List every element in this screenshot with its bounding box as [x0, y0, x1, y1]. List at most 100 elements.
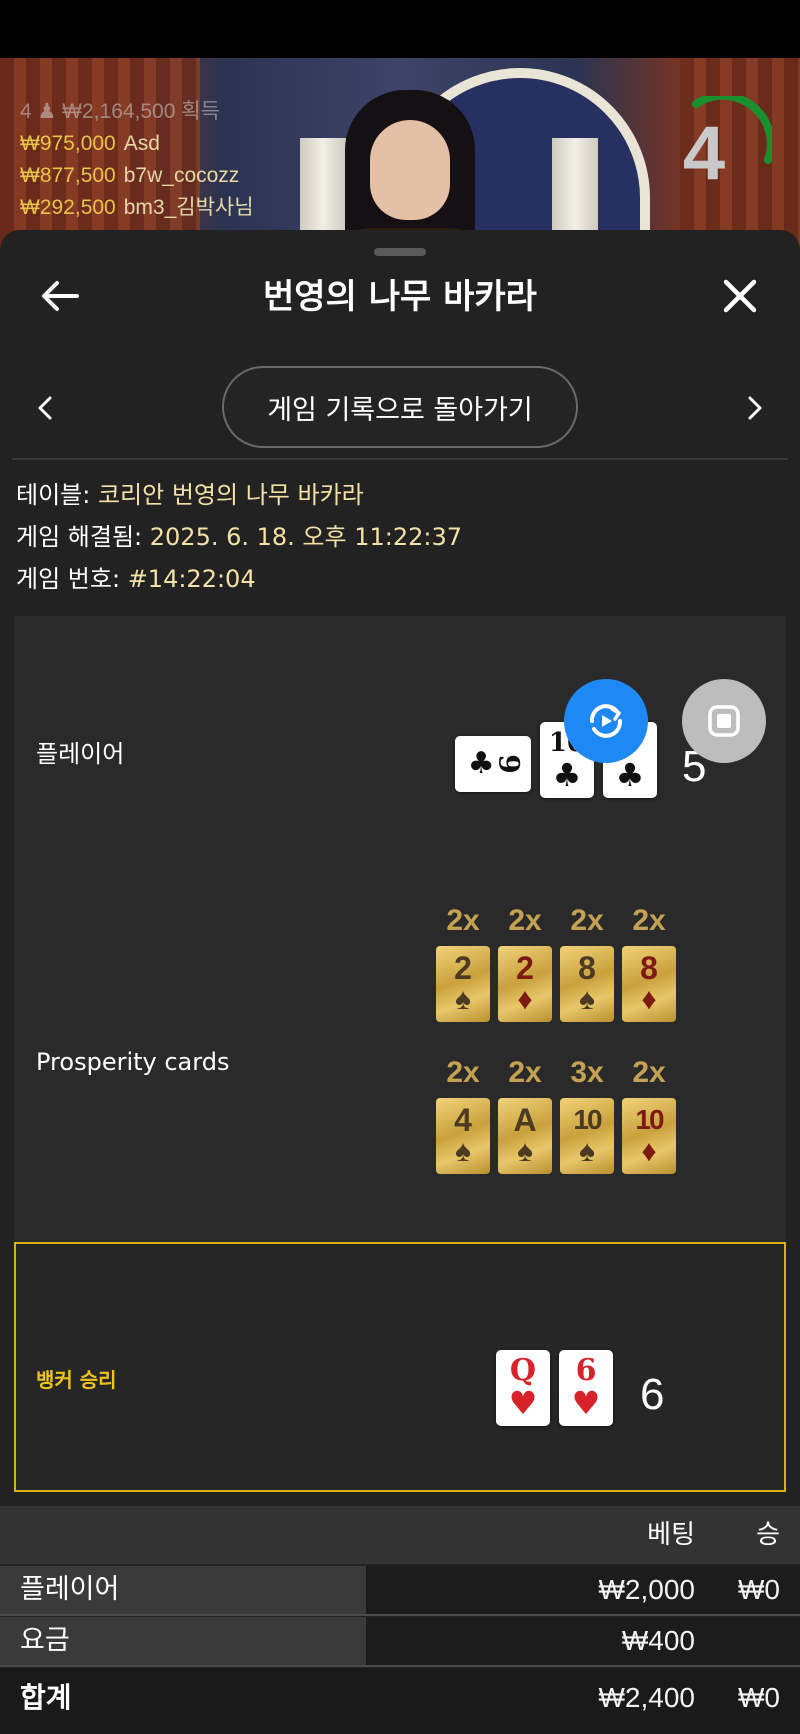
row-label: 플레이어: [0, 1566, 366, 1614]
winners-list: 4 ♟ ₩2,164,500 획득 ₩975,000 Asd ₩877,500 b7…: [20, 96, 254, 224]
card-suit: ♣: [552, 756, 582, 794]
card-suit: ♠: [579, 983, 595, 1016]
win-amount: [710, 1617, 780, 1665]
multiplier: 2x: [508, 1056, 542, 1089]
banker-card-2: 6 ♥: [559, 1350, 613, 1426]
bet-amount: ₩400: [621, 1625, 695, 1656]
prosperity-card: A ♠: [498, 1098, 552, 1174]
winner-amount: ₩877,500: [20, 164, 116, 187]
multiplier: 2x: [508, 904, 542, 937]
card-suit: ♠: [517, 1135, 533, 1168]
stop-icon: [708, 705, 740, 737]
divider: [12, 458, 788, 460]
winner-row: ₩292,500 bm3_김박사님: [20, 192, 254, 224]
card-rank: 10: [635, 1104, 664, 1135]
winner-name: bm3_김박사님: [123, 196, 254, 219]
page-title: 번영의 나무 바카라: [263, 277, 537, 317]
table-row: 요금 ₩400: [0, 1617, 800, 1665]
card-rank: 8: [578, 950, 596, 986]
table-row: 플레이어 ₩2,000 ₩0: [0, 1566, 800, 1614]
replay-button[interactable]: [564, 679, 648, 763]
card-suit: ♦: [641, 983, 657, 1016]
chevron-right-icon: [748, 396, 762, 420]
card-rank: Q: [509, 1353, 537, 1388]
total-row: 합계 ₩2,400 ₩0: [0, 1668, 800, 1734]
card-rank: 10: [573, 1104, 602, 1135]
banker-card-1: Q ♥: [496, 1350, 550, 1426]
win-amount: ₩0: [738, 1574, 780, 1605]
resolved-info: 게임 해결됨: 2025. 6. 18. 오후 11:22:37: [16, 520, 462, 554]
winner-row: ₩975,000 Asd: [20, 128, 254, 160]
total-label: 합계: [20, 1681, 72, 1714]
table-info-value: 코리안 번영의 나무 바카라: [97, 481, 364, 509]
status-bar: [0, 0, 800, 58]
card-suit: ♠: [455, 983, 471, 1016]
banker-score: 6: [640, 1370, 665, 1419]
player-card-1: ♣ 9: [455, 736, 531, 792]
chevron-left-icon: [38, 396, 52, 420]
prosperity-label: Prosperity cards: [36, 1048, 230, 1076]
winners-header: 4 ♟ ₩2,164,500 획득: [20, 100, 220, 123]
card-suit: ♠: [579, 1135, 595, 1168]
total-bet: ₩2,400: [598, 1682, 696, 1713]
winner-row: ₩877,500 b7w_cocozz: [20, 160, 254, 192]
winner-name: Asd: [123, 132, 160, 155]
row-label: 요금: [0, 1617, 366, 1665]
prosperity-card: 4 ♠: [436, 1098, 490, 1174]
stop-button[interactable]: [682, 679, 766, 763]
card-suit: ♦: [517, 983, 533, 1016]
close-button[interactable]: [716, 272, 764, 320]
card-rank: 2: [454, 950, 472, 986]
card-suit: ♣: [615, 756, 645, 794]
prosperity-card: 10 ♠: [560, 1098, 614, 1174]
resolved-info-value: 2025. 6. 18. 오후 11:22:37: [149, 523, 463, 551]
multiplier: 3x: [570, 1056, 604, 1089]
prosperity-card: 2 ♦: [498, 946, 552, 1022]
prosperity-card: 2 ♠: [436, 946, 490, 1022]
multiplier: 2x: [632, 1056, 666, 1089]
multiplier: 2x: [446, 1056, 480, 1089]
card-rank: 6: [575, 1353, 597, 1388]
multiplier: 2x: [570, 904, 604, 937]
banker-winner-box: [14, 1242, 786, 1492]
banker-win-label: 뱅커 승리: [36, 1368, 117, 1392]
column-header-win: 승: [756, 1520, 780, 1550]
card-suit: ♥: [571, 1384, 601, 1422]
card-rank: 4: [454, 1102, 472, 1138]
card-rank: 2: [516, 950, 534, 986]
sheet-drag-handle[interactable]: [374, 248, 426, 256]
divider: [0, 1665, 800, 1667]
dealer-face: [370, 120, 450, 220]
next-game-button[interactable]: [738, 386, 772, 430]
prosperity-card: 10 ♦: [622, 1098, 676, 1174]
card-rank: 9: [492, 754, 526, 774]
game-number-info: 게임 번호: #14:22:04: [16, 562, 256, 596]
prosperity-card: 8 ♠: [560, 946, 614, 1022]
back-button[interactable]: [36, 272, 84, 320]
card-suit: ♥: [508, 1384, 538, 1422]
card-rank: A: [513, 1102, 537, 1138]
replay-icon: [590, 704, 622, 738]
winner-name: b7w_cocozz: [123, 164, 240, 187]
countdown-number: 4: [682, 111, 726, 196]
card-rank: 8: [640, 950, 658, 986]
game-number-key: 게임 번호:: [16, 565, 121, 593]
divider: [0, 1614, 800, 1616]
column-header-bet: 베팅: [647, 1520, 695, 1550]
previous-game-button[interactable]: [28, 386, 62, 430]
return-to-history-button[interactable]: 게임 기록으로 돌아가기: [222, 366, 578, 448]
multiplier: 2x: [446, 904, 480, 937]
total-win: ₩0: [738, 1682, 780, 1713]
winner-amount: ₩292,500: [20, 196, 116, 219]
game-number-value: #14:22:04: [127, 565, 256, 593]
bet-amount: ₩2,000: [598, 1574, 696, 1605]
card-suit: ♣: [467, 746, 495, 781]
card-suit: ♦: [641, 1135, 657, 1168]
card-suit: ♠: [455, 1135, 471, 1168]
table-info-key: 테이블:: [16, 481, 91, 509]
arrow-left-icon: [42, 281, 79, 311]
close-icon: [723, 279, 757, 313]
resolved-info-key: 게임 해결됨:: [16, 523, 143, 551]
prosperity-card: 8 ♦: [622, 946, 676, 1022]
player-label: 플레이어: [36, 740, 125, 768]
